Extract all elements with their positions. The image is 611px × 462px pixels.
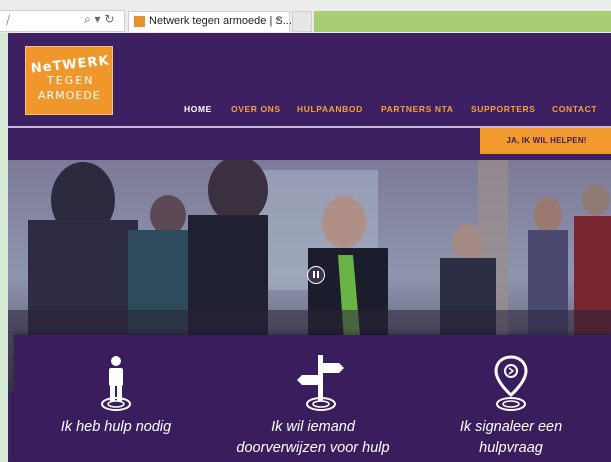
svg-text:ARMOEDE: ARMOEDE <box>38 89 101 102</box>
card-need-help-line1: Ik heb hulp nodig <box>60 419 172 435</box>
tab-title: Netwerk tegen armoede | S... <box>149 15 292 27</box>
signpost-icon <box>297 355 344 411</box>
location-pin-icon <box>494 355 528 411</box>
card-need-help-label: Ik heb hulp nodig <box>21 417 211 438</box>
address-bar[interactable]: / ⌕ ▾ ↻ <box>0 10 125 32</box>
address-text: / <box>6 13 11 27</box>
nav-contact[interactable]: CONTACT <box>552 104 597 114</box>
website: NeTWERK TEGEN ARMOEDE HOME OVER ONS HULP… <box>8 33 611 462</box>
card-refer-label: Ik wil iemand doorverwijzen voor hulp <box>218 417 408 459</box>
main-navigation: HOME OVER ONS HULPAANBOD PARTNERS NTA SU… <box>8 104 611 118</box>
person-icon <box>101 356 131 411</box>
site-header: NeTWERK TEGEN ARMOEDE HOME OVER ONS HULP… <box>8 33 611 126</box>
pause-icon[interactable] <box>307 266 325 284</box>
card-signal[interactable]: Ik signaleer een hulpvraag <box>416 335 606 462</box>
svg-text:TEGEN: TEGEN <box>46 74 94 87</box>
card-refer[interactable]: Ik wil iemand doorverwijzen voor hulp <box>218 335 408 462</box>
nav-supporters[interactable]: SUPPORTERS <box>471 104 536 114</box>
favicon-icon <box>134 16 145 27</box>
card-signal-label: Ik signaleer een hulpvraag <box>416 417 606 459</box>
card-refer-line1: Ik wil iemand <box>271 419 355 435</box>
nav-partners-nta[interactable]: PARTNERS NTA <box>381 104 454 114</box>
card-signal-line2: hulpvraag <box>479 440 543 456</box>
help-cta-button[interactable]: JA, IK WIL HELPEN! <box>480 128 611 154</box>
close-tab-icon[interactable]: × <box>276 14 282 26</box>
nav-over-ons[interactable]: OVER ONS <box>231 104 281 114</box>
browser-toolbar-area <box>314 11 611 32</box>
card-refer-line2: doorverwijzen voor hulp <box>236 440 390 456</box>
browser-tab[interactable]: Netwerk tegen armoede | S... × <box>128 11 292 32</box>
card-signal-line1: Ik signaleer een <box>459 419 563 435</box>
card-need-help[interactable]: Ik heb hulp nodig <box>21 335 211 462</box>
nav-home[interactable]: HOME <box>184 104 212 114</box>
help-options-panel: Ik heb hulp nodig Ik wil iemand doorverw… <box>14 335 611 462</box>
new-tab-button[interactable] <box>292 11 312 32</box>
nav-hulpaanbod[interactable]: HULPAANBOD <box>297 104 363 114</box>
search-refresh-icons[interactable]: ⌕ ▾ ↻ <box>84 12 114 27</box>
sub-header-bar: JA, IK WIL HELPEN! <box>8 128 611 160</box>
